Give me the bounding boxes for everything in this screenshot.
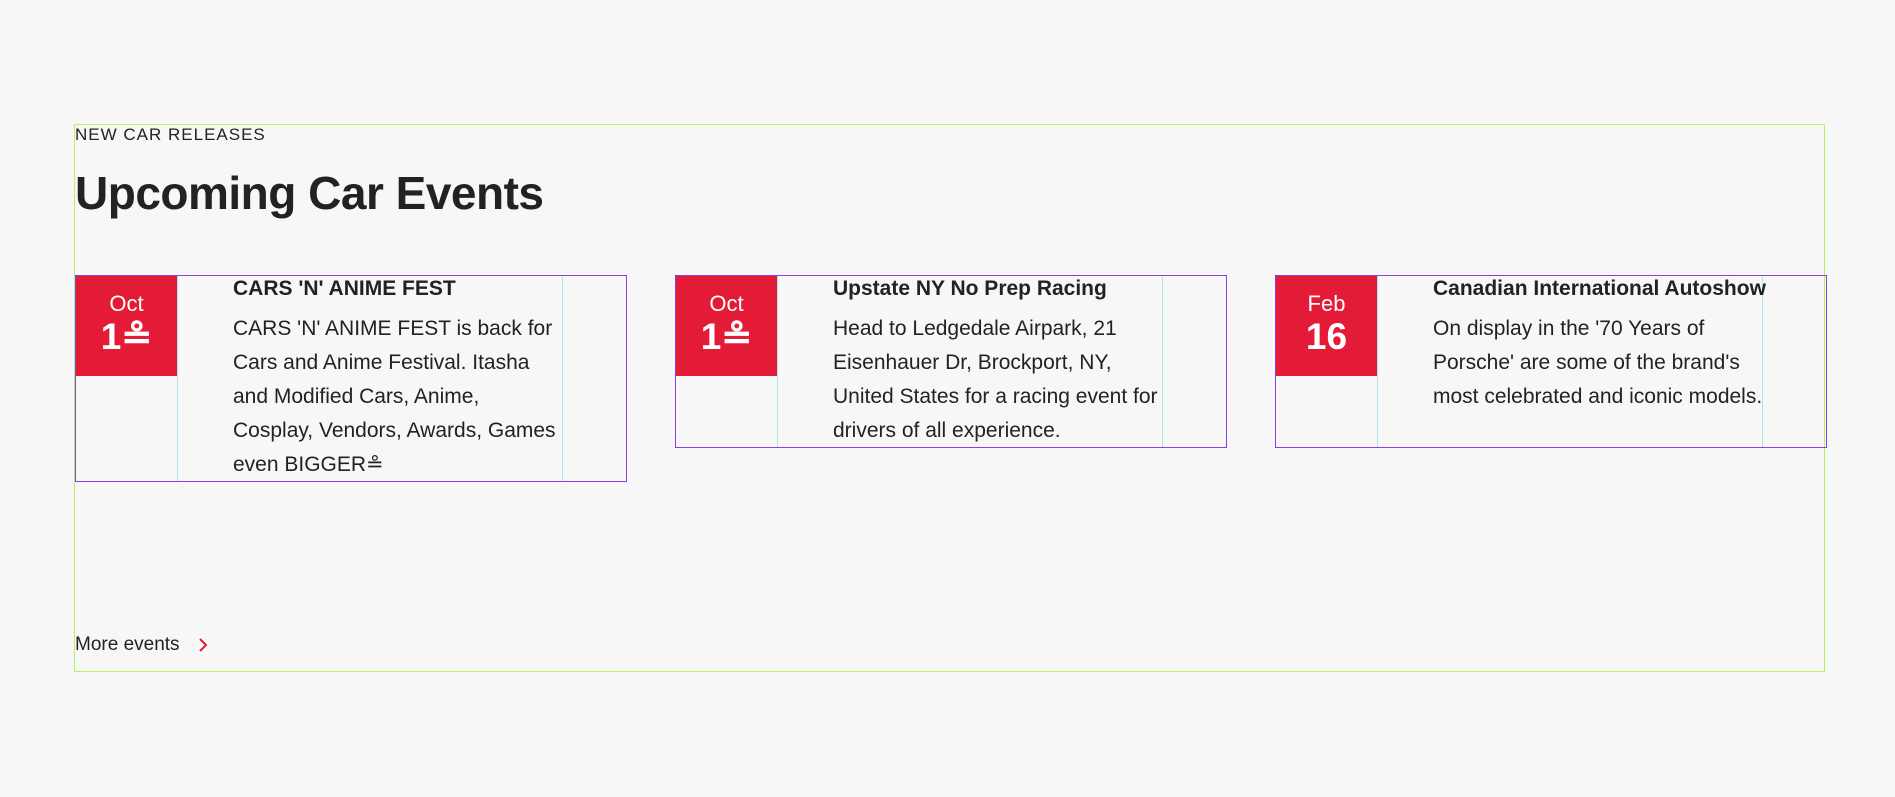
event-day: 16: [1305, 316, 1348, 357]
more-events-label: More events: [75, 634, 180, 655]
event-date-badge: Oct 1≗: [76, 276, 177, 376]
event-card[interactable]: Oct 1≗ CARS 'N' ANIME FEST CARS 'N' ANIM…: [75, 275, 627, 482]
upcoming-events-section: NEW CAR RELEASES Upcoming Car Events Oct…: [74, 124, 1827, 672]
event-month: Oct: [709, 291, 744, 316]
more-events-link[interactable]: More events: [75, 634, 208, 656]
event-month: Feb: [1307, 291, 1346, 316]
event-date-badge: Oct 1≗: [676, 276, 777, 376]
event-month: Oct: [109, 291, 144, 316]
event-content: Canadian International Autoshow On displ…: [1377, 276, 1766, 447]
event-description: CARS 'N' ANIME FEST is back for Cars and…: [233, 317, 556, 476]
event-card[interactable]: Feb 16 Canadian International Autoshow O…: [1275, 275, 1827, 448]
event-content: CARS 'N' ANIME FEST CARS 'N' ANIME FEST …: [177, 276, 563, 481]
event-date-badge: Feb 16: [1276, 276, 1377, 376]
event-title-link[interactable]: Upstate NY No Prep Racing: [833, 276, 1107, 302]
event-content: Upstate NY No Prep Racing Head to Ledged…: [777, 276, 1163, 447]
event-description: On display in the '70 Years of Porsche' …: [1433, 317, 1763, 408]
chevron-right-icon: [198, 637, 208, 653]
event-day: 1≗: [700, 316, 753, 357]
event-description: Head to Ledgedale Airpark, 21 Eisenhauer…: [833, 317, 1158, 442]
event-card[interactable]: Oct 1≗ Upstate NY No Prep Racing Head to…: [675, 275, 1227, 448]
section-eyebrow: NEW CAR RELEASES: [75, 125, 266, 144]
event-title-link[interactable]: Canadian International Autoshow: [1433, 276, 1766, 302]
event-title-link[interactable]: CARS 'N' ANIME FEST: [233, 276, 456, 302]
event-day: 1≗: [100, 316, 153, 357]
section-heading: Upcoming Car Events: [75, 167, 544, 219]
